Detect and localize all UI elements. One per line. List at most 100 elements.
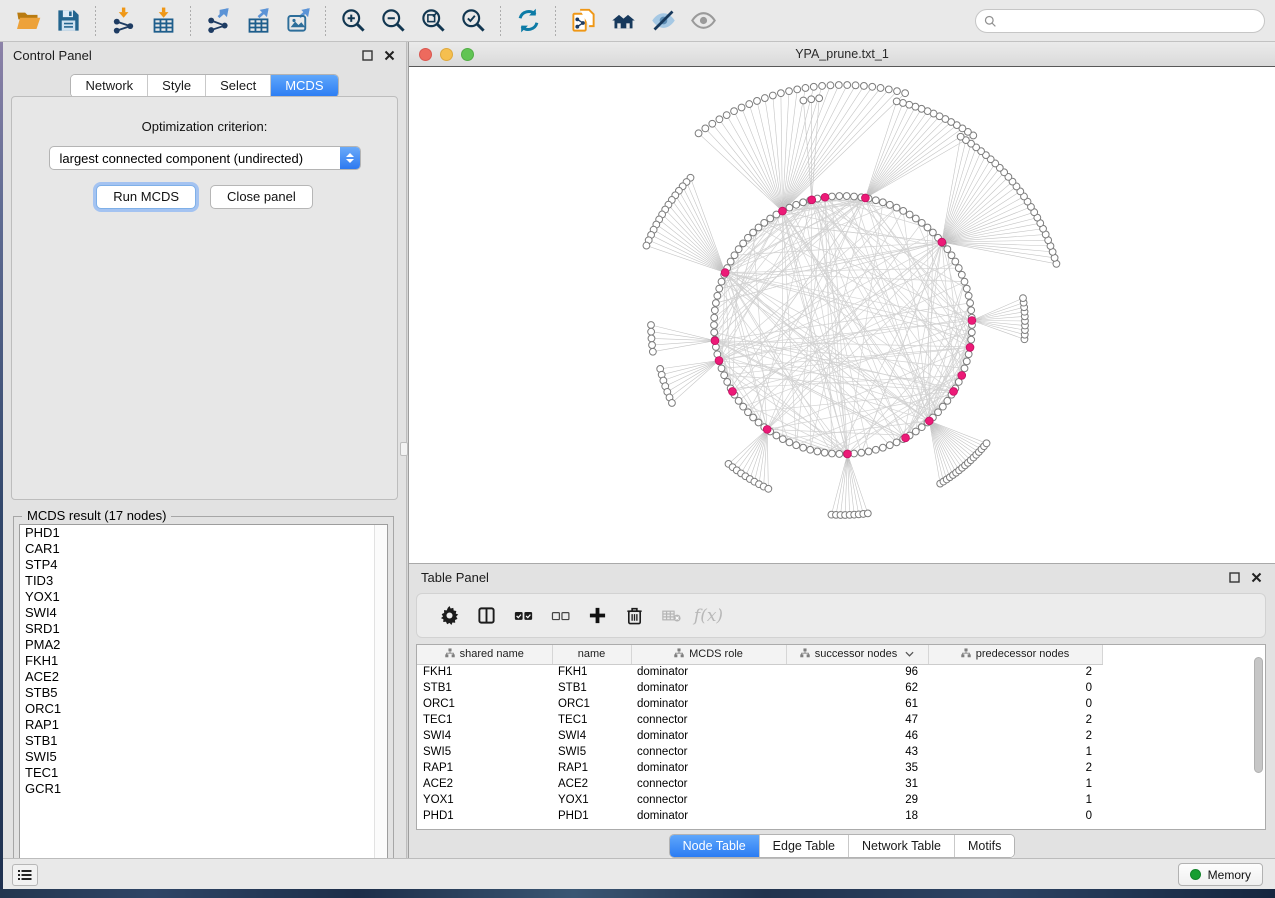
hide-selected-button[interactable] bbox=[643, 3, 683, 39]
open-file-button[interactable] bbox=[8, 3, 48, 39]
window-close-button[interactable] bbox=[419, 48, 432, 61]
float-panel-button[interactable] bbox=[361, 49, 374, 62]
table-panel-header: Table Panel bbox=[409, 564, 1275, 590]
column-header-successor-nodes[interactable]: successor nodes bbox=[786, 645, 928, 664]
mcds-result-item[interactable]: STP4 bbox=[20, 557, 387, 573]
mcds-result-group: MCDS result (17 nodes) PHD1CAR1STP4TID3Y… bbox=[13, 516, 394, 880]
table-panel: Table Panel bbox=[409, 563, 1275, 858]
mcds-result-item[interactable]: ORC1 bbox=[20, 701, 387, 717]
delete-table-button[interactable] bbox=[653, 598, 690, 634]
table-row[interactable]: SWI5SWI5connector431 bbox=[417, 744, 1265, 760]
zoom-selected-button[interactable] bbox=[453, 3, 493, 39]
export-image-button[interactable] bbox=[278, 3, 318, 39]
import-table-button[interactable] bbox=[143, 3, 183, 39]
mcds-result-item[interactable]: FKH1 bbox=[20, 653, 387, 669]
table-row[interactable]: PHD1PHD1dominator180 bbox=[417, 808, 1265, 824]
close-table-panel-button[interactable] bbox=[1250, 571, 1263, 584]
mcds-result-item[interactable]: GCR1 bbox=[20, 781, 387, 797]
mcds-result-item[interactable]: TID3 bbox=[20, 573, 387, 589]
close-panel-button[interactable] bbox=[383, 49, 396, 62]
tab-network[interactable]: Network bbox=[71, 75, 147, 97]
network-canvas[interactable] bbox=[409, 67, 1275, 563]
criterion-select[interactable]: largest connected component (undirected) bbox=[49, 146, 361, 170]
mcds-result-item[interactable]: STB1 bbox=[20, 733, 387, 749]
desktop: Control Panel NetworkStyleSelectMCDS Opt… bbox=[0, 0, 1275, 898]
task-history-button[interactable] bbox=[12, 864, 38, 886]
network-window-titlebar: YPA_prune.txt_1 bbox=[409, 42, 1275, 67]
mcds-result-item[interactable]: YOX1 bbox=[20, 589, 387, 605]
tab-style[interactable]: Style bbox=[147, 75, 205, 97]
mcds-result-item[interactable]: ACE2 bbox=[20, 669, 387, 685]
new-network-from-selection-button[interactable] bbox=[563, 3, 603, 39]
mcds-result-item[interactable]: STB5 bbox=[20, 685, 387, 701]
zoom-out-button[interactable] bbox=[373, 3, 413, 39]
splitter-handle-icon[interactable] bbox=[400, 442, 408, 456]
run-mcds-button[interactable]: Run MCDS bbox=[96, 185, 196, 209]
plus-icon bbox=[588, 606, 607, 625]
delete-column-button[interactable] bbox=[616, 598, 653, 634]
network-window-title: YPA_prune.txt_1 bbox=[795, 47, 889, 61]
close-icon bbox=[1251, 572, 1262, 583]
toolbar-separator bbox=[325, 6, 326, 36]
export-network-button[interactable] bbox=[198, 3, 238, 39]
first-neighbors-button[interactable] bbox=[603, 3, 643, 39]
mcds-result-item[interactable]: RAP1 bbox=[20, 717, 387, 733]
table-row[interactable]: RAP1RAP1dominator352 bbox=[417, 760, 1265, 776]
tab-select[interactable]: Select bbox=[205, 75, 270, 97]
control-panel-title: Control Panel bbox=[13, 48, 361, 63]
mcds-result-item[interactable]: SRD1 bbox=[20, 621, 387, 637]
unselect-all-columns-button[interactable] bbox=[542, 598, 579, 634]
mcds-result-list[interactable]: PHD1CAR1STP4TID3YOX1SWI4SRD1PMA2FKH1ACE2… bbox=[19, 524, 388, 873]
table-tab-edge-table[interactable]: Edge Table bbox=[759, 835, 848, 857]
mcds-result-item[interactable]: TEC1 bbox=[20, 765, 387, 781]
import-network-button[interactable] bbox=[103, 3, 143, 39]
float-table-panel-button[interactable] bbox=[1228, 571, 1241, 584]
mcds-result-item[interactable]: CAR1 bbox=[20, 541, 387, 557]
table-scrollbar-thumb[interactable] bbox=[1254, 657, 1263, 773]
search-input[interactable] bbox=[1003, 14, 1256, 28]
mcds-result-item[interactable]: SWI4 bbox=[20, 605, 387, 621]
column-header-MCDS-role[interactable]: MCDS role bbox=[631, 645, 786, 664]
column-header-shared-name[interactable]: shared name bbox=[417, 645, 552, 664]
column-header-predecessor-nodes[interactable]: predecessor nodes bbox=[928, 645, 1102, 664]
control-panel: Control Panel NetworkStyleSelectMCDS Opt… bbox=[3, 42, 406, 858]
apply-layout-button[interactable] bbox=[508, 3, 548, 39]
table-row[interactable]: FKH1FKH1dominator962 bbox=[417, 664, 1265, 680]
window-minimize-button[interactable] bbox=[440, 48, 453, 61]
mcds-result-item[interactable]: PMA2 bbox=[20, 637, 387, 653]
cytoscape-window: Control Panel NetworkStyleSelectMCDS Opt… bbox=[0, 0, 1275, 889]
table-row[interactable]: SWI4SWI4dominator462 bbox=[417, 728, 1265, 744]
table-row[interactable]: ORC1ORC1dominator610 bbox=[417, 696, 1265, 712]
list-scrollbar-track[interactable] bbox=[374, 525, 387, 872]
column-header-name[interactable]: name bbox=[552, 645, 631, 664]
mcds-result-title: MCDS result (17 nodes) bbox=[22, 508, 171, 523]
table-tab-network-table[interactable]: Network Table bbox=[848, 835, 954, 857]
select-all-columns-button[interactable] bbox=[505, 598, 542, 634]
show-column-button[interactable] bbox=[468, 598, 505, 634]
zoom-in-button[interactable] bbox=[333, 3, 373, 39]
table-tab-node-table[interactable]: Node Table bbox=[670, 835, 759, 857]
export-table-button[interactable] bbox=[238, 3, 278, 39]
table-row[interactable]: TEC1TEC1connector472 bbox=[417, 712, 1265, 728]
table-row[interactable]: ACE2ACE2connector311 bbox=[417, 776, 1265, 792]
close-mcds-panel-button[interactable]: Close panel bbox=[210, 185, 313, 209]
zoom-fit-icon bbox=[420, 7, 447, 34]
mcds-result-item[interactable]: PHD1 bbox=[20, 525, 387, 541]
tab-mcds[interactable]: MCDS bbox=[270, 75, 337, 97]
memory-button[interactable]: Memory bbox=[1178, 863, 1263, 886]
save-session-button[interactable] bbox=[48, 3, 88, 39]
table-settings-button[interactable] bbox=[431, 598, 468, 634]
table-row[interactable]: YOX1YOX1connector291 bbox=[417, 792, 1265, 808]
function-builder-button[interactable]: f(x) bbox=[690, 598, 727, 634]
import-table-icon bbox=[150, 7, 177, 34]
table-tab-motifs[interactable]: Motifs bbox=[954, 835, 1014, 857]
show-all-button[interactable] bbox=[683, 3, 723, 39]
mcds-result-item[interactable]: SWI5 bbox=[20, 749, 387, 765]
create-column-button[interactable] bbox=[579, 598, 616, 634]
duplicate-network-icon bbox=[570, 7, 597, 34]
window-maximize-button[interactable] bbox=[461, 48, 474, 61]
zoom-fit-button[interactable] bbox=[413, 3, 453, 39]
table-row[interactable]: STB1STB1dominator620 bbox=[417, 680, 1265, 696]
network-view-window: YPA_prune.txt_1 bbox=[409, 42, 1275, 563]
houses-icon bbox=[610, 7, 637, 34]
